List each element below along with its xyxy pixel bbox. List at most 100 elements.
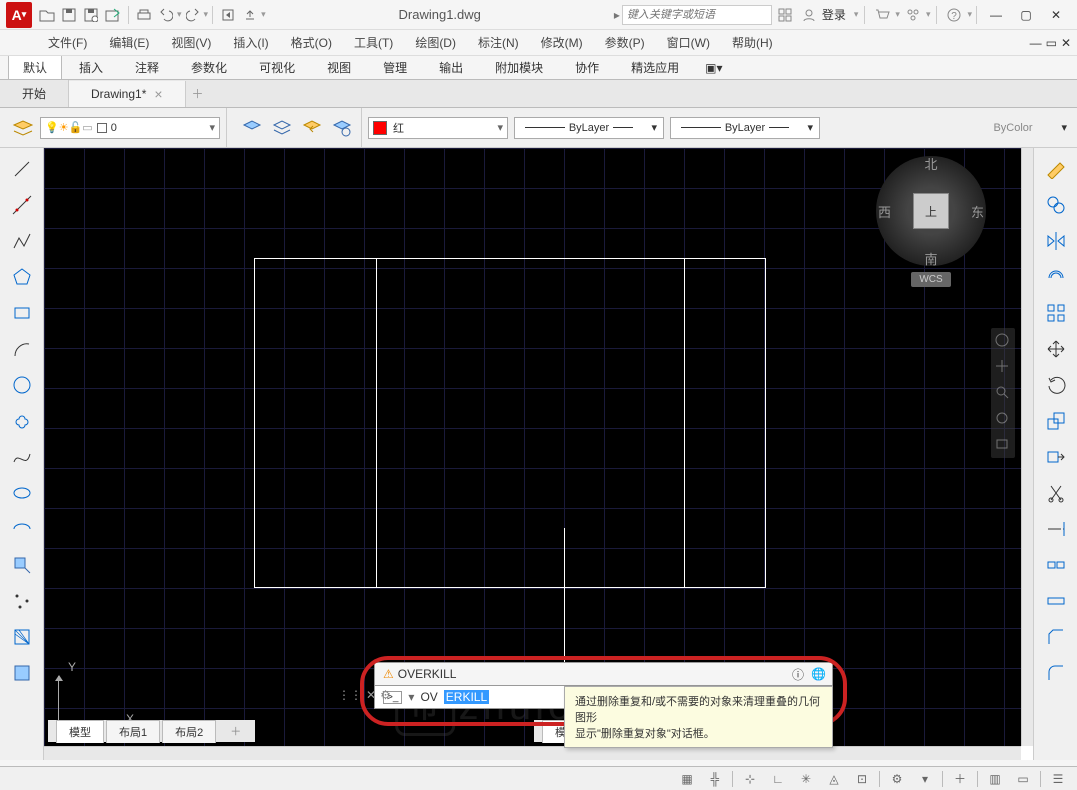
ribbon-tab-output[interactable]: 输出 xyxy=(424,54,478,79)
circle-tool[interactable] xyxy=(7,370,37,400)
vertical-scrollbar[interactable] xyxy=(1021,148,1033,746)
color-selector[interactable]: 红 ▾ xyxy=(368,117,508,139)
open-icon[interactable] xyxy=(36,4,58,26)
menu-view[interactable]: 视图(V) xyxy=(161,30,221,55)
doc-restore-icon[interactable]: ▭ xyxy=(1046,36,1057,50)
lineweight-selector[interactable]: ByLayer ▾ xyxy=(670,117,820,139)
viewcube-top-face[interactable]: 上 xyxy=(913,193,949,229)
pan-icon[interactable] xyxy=(994,358,1012,376)
layer-manager-icon[interactable] xyxy=(10,115,36,141)
scale-tool[interactable] xyxy=(1041,406,1071,436)
mirror-tool[interactable] xyxy=(1041,226,1071,256)
doc-minimize-icon[interactable]: — xyxy=(1030,36,1042,50)
fillet-tool[interactable] xyxy=(1041,658,1071,688)
isodraft-toggle[interactable]: ◬ xyxy=(823,769,845,789)
revision-cloud-tool[interactable] xyxy=(7,406,37,436)
cmd-config-icon[interactable]: ⚙ xyxy=(380,688,391,702)
drawing-viewport[interactable]: X Y 北 南 东 西 上 WCS 帀 xyxy=(44,148,1033,760)
polyline-tool[interactable] xyxy=(7,226,37,256)
app-logo[interactable]: A▾ xyxy=(6,2,32,28)
user-icon[interactable] xyxy=(798,4,820,26)
menu-tools[interactable]: 工具(T) xyxy=(344,30,403,55)
workspace-switch-icon[interactable]: ▾ xyxy=(914,769,936,789)
hardware-accel-icon[interactable]: ▥ xyxy=(984,769,1006,789)
menu-parametric[interactable]: 参数(P) xyxy=(595,30,655,55)
ribbon-tab-collab[interactable]: 协作 xyxy=(560,54,614,79)
plot-icon[interactable] xyxy=(133,4,155,26)
isolate-objects-icon[interactable]: ＋ xyxy=(949,769,971,789)
chamfer-tool[interactable] xyxy=(1041,622,1071,652)
show-motion-icon[interactable] xyxy=(994,436,1012,454)
minimize-button[interactable]: — xyxy=(981,3,1011,27)
undo-icon[interactable] xyxy=(155,4,177,26)
plotstyle-selector[interactable]: ByColor ▾ xyxy=(953,117,1073,139)
menu-modify[interactable]: 修改(M) xyxy=(531,30,593,55)
close-button[interactable]: ✕ xyxy=(1041,3,1071,27)
cmd-drag-handle-icon[interactable]: ⋮⋮ xyxy=(338,688,362,702)
horizontal-scrollbar[interactable] xyxy=(44,746,1021,760)
layer-selector[interactable]: 💡 ☀ 🔓 ▭ 0 ▾ xyxy=(40,117,220,139)
saveas-icon[interactable] xyxy=(80,4,102,26)
doc-tab-start[interactable]: 开始 xyxy=(0,80,69,107)
menu-format[interactable]: 格式(O) xyxy=(281,30,342,55)
hatch-tool[interactable] xyxy=(7,622,37,652)
rectangle-tool[interactable] xyxy=(7,298,37,328)
customize-icon[interactable]: ☰ xyxy=(1047,769,1069,789)
maximize-button[interactable]: ▢ xyxy=(1011,3,1041,27)
menu-draw[interactable]: 绘图(D) xyxy=(405,30,466,55)
construction-line-tool[interactable] xyxy=(7,190,37,220)
ortho-toggle[interactable]: ∟ xyxy=(767,769,789,789)
menu-window[interactable]: 窗口(W) xyxy=(657,30,720,55)
menu-file[interactable]: 文件(F) xyxy=(38,30,97,55)
offset-tool[interactable] xyxy=(1041,262,1071,292)
extend-tool[interactable] xyxy=(1041,514,1071,544)
orbit-icon[interactable] xyxy=(994,410,1012,428)
ribbon-tab-insert[interactable]: 插入 xyxy=(64,54,118,79)
grid-toggle[interactable]: ╬ xyxy=(704,769,726,789)
help-icon[interactable]: ? xyxy=(943,4,965,26)
new-tab-button[interactable]: ＋ xyxy=(186,82,210,106)
share-icon[interactable] xyxy=(217,4,239,26)
point-tool[interactable] xyxy=(7,586,37,616)
break-tool[interactable] xyxy=(1041,550,1071,580)
layer-iso-icon[interactable] xyxy=(269,115,295,141)
osnap-toggle[interactable]: ⊡ xyxy=(851,769,873,789)
layer-prev-icon[interactable] xyxy=(299,115,325,141)
search-input[interactable] xyxy=(622,5,772,25)
ribbon-tab-annotate[interactable]: 注释 xyxy=(120,54,174,79)
menu-help[interactable]: 帮助(H) xyxy=(722,30,783,55)
help-icon[interactable]: ⓘ xyxy=(792,666,804,683)
doc-close-icon[interactable]: ✕ xyxy=(1061,36,1071,50)
annotation-scale-icon[interactable]: ⚙ xyxy=(886,769,908,789)
tab-layout1[interactable]: 布局1 xyxy=(106,720,160,743)
snap-toggle[interactable]: ⊹ xyxy=(739,769,761,789)
layer-match-icon[interactable] xyxy=(329,115,355,141)
spline-tool[interactable] xyxy=(7,442,37,472)
save-cloud-icon[interactable] xyxy=(102,4,124,26)
stretch-tool[interactable] xyxy=(1041,442,1071,472)
erase-tool[interactable] xyxy=(1041,154,1071,184)
menu-dimension[interactable]: 标注(N) xyxy=(468,30,529,55)
layer-states-icon[interactable] xyxy=(239,115,265,141)
cart-icon[interactable] xyxy=(871,4,893,26)
command-line[interactable]: ⋮⋮ ✕ ⚙ ⚠ OVERKILL ⓘ 🌐 >_ ▾ OVERKILL 通过删除… xyxy=(374,662,833,720)
ribbon-tab-view[interactable]: 视图 xyxy=(312,54,366,79)
polygon-tool[interactable] xyxy=(7,262,37,292)
linetype-selector[interactable]: ByLayer ▾ xyxy=(514,117,664,139)
globe-icon[interactable]: 🌐 xyxy=(811,667,826,681)
search-play-icon[interactable]: ▸ xyxy=(614,8,620,22)
apps-icon[interactable] xyxy=(902,4,924,26)
export-icon[interactable] xyxy=(239,4,261,26)
rotate-tool[interactable] xyxy=(1041,370,1071,400)
trim-tool[interactable] xyxy=(1041,478,1071,508)
insert-block-tool[interactable] xyxy=(7,550,37,580)
tab-model[interactable]: 模型 xyxy=(56,720,104,743)
ribbon-tab-manage[interactable]: 管理 xyxy=(368,54,422,79)
tab-layout2[interactable]: 布局2 xyxy=(162,720,216,743)
clean-screen-icon[interactable]: ▭ xyxy=(1012,769,1034,789)
arc-tool[interactable] xyxy=(7,334,37,364)
ribbon-tab-default[interactable]: 默认 xyxy=(8,54,62,79)
polar-toggle[interactable]: ✳ xyxy=(795,769,817,789)
wcs-label[interactable]: WCS xyxy=(911,272,950,287)
ribbon-tab-parametric[interactable]: 参数化 xyxy=(176,54,242,79)
